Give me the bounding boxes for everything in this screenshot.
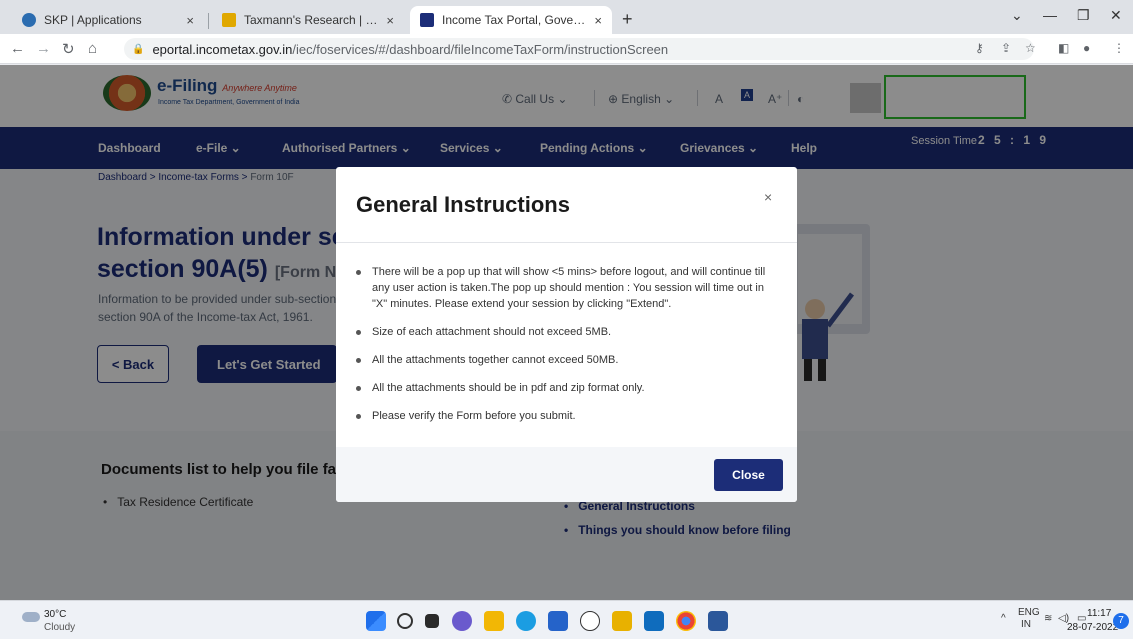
tab-income-tax-portal[interactable]: Income Tax Portal, Government of × xyxy=(410,6,612,34)
tab-title: SKP | Applications xyxy=(44,13,142,27)
instructions-list: There will be a pop up that will show <5… xyxy=(356,264,781,436)
clock-time[interactable]: 11:17 xyxy=(1087,608,1111,619)
skp-favicon-icon xyxy=(22,13,36,27)
url-path: /iec/foservices/#/dashboard/fileIncomeTa… xyxy=(292,41,669,57)
list-item: All the attachments should be in pdf and… xyxy=(356,380,781,396)
teams-chat-icon[interactable] xyxy=(452,611,472,631)
list-item: All the attachments together cannot exce… xyxy=(356,352,781,368)
close-icon[interactable]: × xyxy=(594,13,602,28)
general-instructions-modal: General Instructions × There will be a p… xyxy=(336,167,797,502)
search-icon[interactable] xyxy=(397,613,413,629)
edge-icon[interactable] xyxy=(516,611,536,631)
new-tab-button[interactable]: + xyxy=(622,9,633,30)
profile-icon[interactable]: ● xyxy=(1083,41,1090,55)
chevron-up-icon[interactable]: ^ xyxy=(1001,613,1006,624)
windows-taskbar: 30°C Cloudy ^ ENG IN ≋ ◁) ▭ 11:17 28-07-… xyxy=(0,600,1133,639)
cloud-icon xyxy=(22,612,40,622)
home-icon[interactable]: ⌂ xyxy=(88,40,97,57)
modal-title: General Instructions xyxy=(356,192,570,217)
store-icon[interactable] xyxy=(548,611,568,631)
close-icon[interactable]: × xyxy=(386,13,394,28)
modal-divider xyxy=(336,242,797,243)
minimize-icon[interactable]: — xyxy=(1043,7,1057,23)
lock-icon: 🔒 xyxy=(132,43,145,55)
tab-divider xyxy=(208,13,209,29)
tab-title: Taxmann's Research | Income Tax xyxy=(244,13,378,27)
window-close-icon[interactable]: ✕ xyxy=(1110,7,1122,24)
browser-menu-icon[interactable]: ⋮ xyxy=(1113,41,1125,55)
task-view-icon[interactable] xyxy=(425,614,439,628)
restore-icon[interactable]: ❐ xyxy=(1077,7,1090,24)
list-item: Please verify the Form before you submit… xyxy=(356,408,781,424)
weather-temperature[interactable]: 30°C xyxy=(44,609,66,620)
close-icon[interactable]: × xyxy=(764,189,772,205)
address-bar[interactable]: 🔒 eportal.incometax.gov.in/iec/foservice… xyxy=(124,38,1034,60)
tab-taxmann-research[interactable]: Taxmann's Research | Income Tax × xyxy=(212,6,404,34)
el-app-icon[interactable] xyxy=(612,611,632,631)
tab-search-chevron-down-icon[interactable]: ⌄ xyxy=(1011,7,1023,24)
tab-skp-applications[interactable]: SKP | Applications × xyxy=(12,6,204,34)
chrome-icon[interactable] xyxy=(676,611,696,631)
close-button[interactable]: Close xyxy=(714,459,783,491)
windows-start-icon[interactable] xyxy=(366,611,386,631)
side-panel-icon[interactable]: ◧ xyxy=(1058,41,1069,55)
tab-title: Income Tax Portal, Government of xyxy=(442,13,586,27)
bookmark-star-icon[interactable]: ☆ xyxy=(1025,41,1036,55)
outlook-icon[interactable] xyxy=(644,611,664,631)
clock-date[interactable]: 28-07-2022 xyxy=(1067,622,1118,633)
language-bottom[interactable]: IN xyxy=(1021,619,1031,630)
url-host: eportal.incometax.gov.in xyxy=(152,41,293,57)
list-item: Size of each attachment should not excee… xyxy=(356,324,781,340)
wifi-icon[interactable]: ≋ xyxy=(1044,613,1052,624)
taxmann-favicon-icon xyxy=(222,13,236,27)
income-tax-favicon-icon xyxy=(420,13,434,27)
word-icon[interactable] xyxy=(708,611,728,631)
browser-toolbar: ← → ↻ ⌂ 🔒 eportal.incometax.gov.in/iec/f… xyxy=(0,34,1133,64)
close-icon[interactable]: × xyxy=(186,13,194,28)
password-key-icon[interactable]: ⚷ xyxy=(975,41,984,55)
share-icon[interactable]: ⇪ xyxy=(1001,41,1011,55)
weather-condition[interactable]: Cloudy xyxy=(44,622,75,633)
browser-tab-bar: SKP | Applications × Taxmann's Research … xyxy=(0,0,1133,34)
file-explorer-icon[interactable] xyxy=(484,611,504,631)
forward-arrow-icon[interactable]: → xyxy=(36,40,51,57)
back-arrow-icon[interactable]: ← xyxy=(10,40,25,57)
reload-icon[interactable]: ↻ xyxy=(62,40,75,58)
language-top[interactable]: ENG xyxy=(1018,607,1040,618)
dell-icon[interactable] xyxy=(580,611,600,631)
notification-badge[interactable]: 7 xyxy=(1113,613,1129,629)
modal-footer: Close xyxy=(336,447,797,502)
list-item: There will be a pop up that will show <5… xyxy=(356,264,781,312)
